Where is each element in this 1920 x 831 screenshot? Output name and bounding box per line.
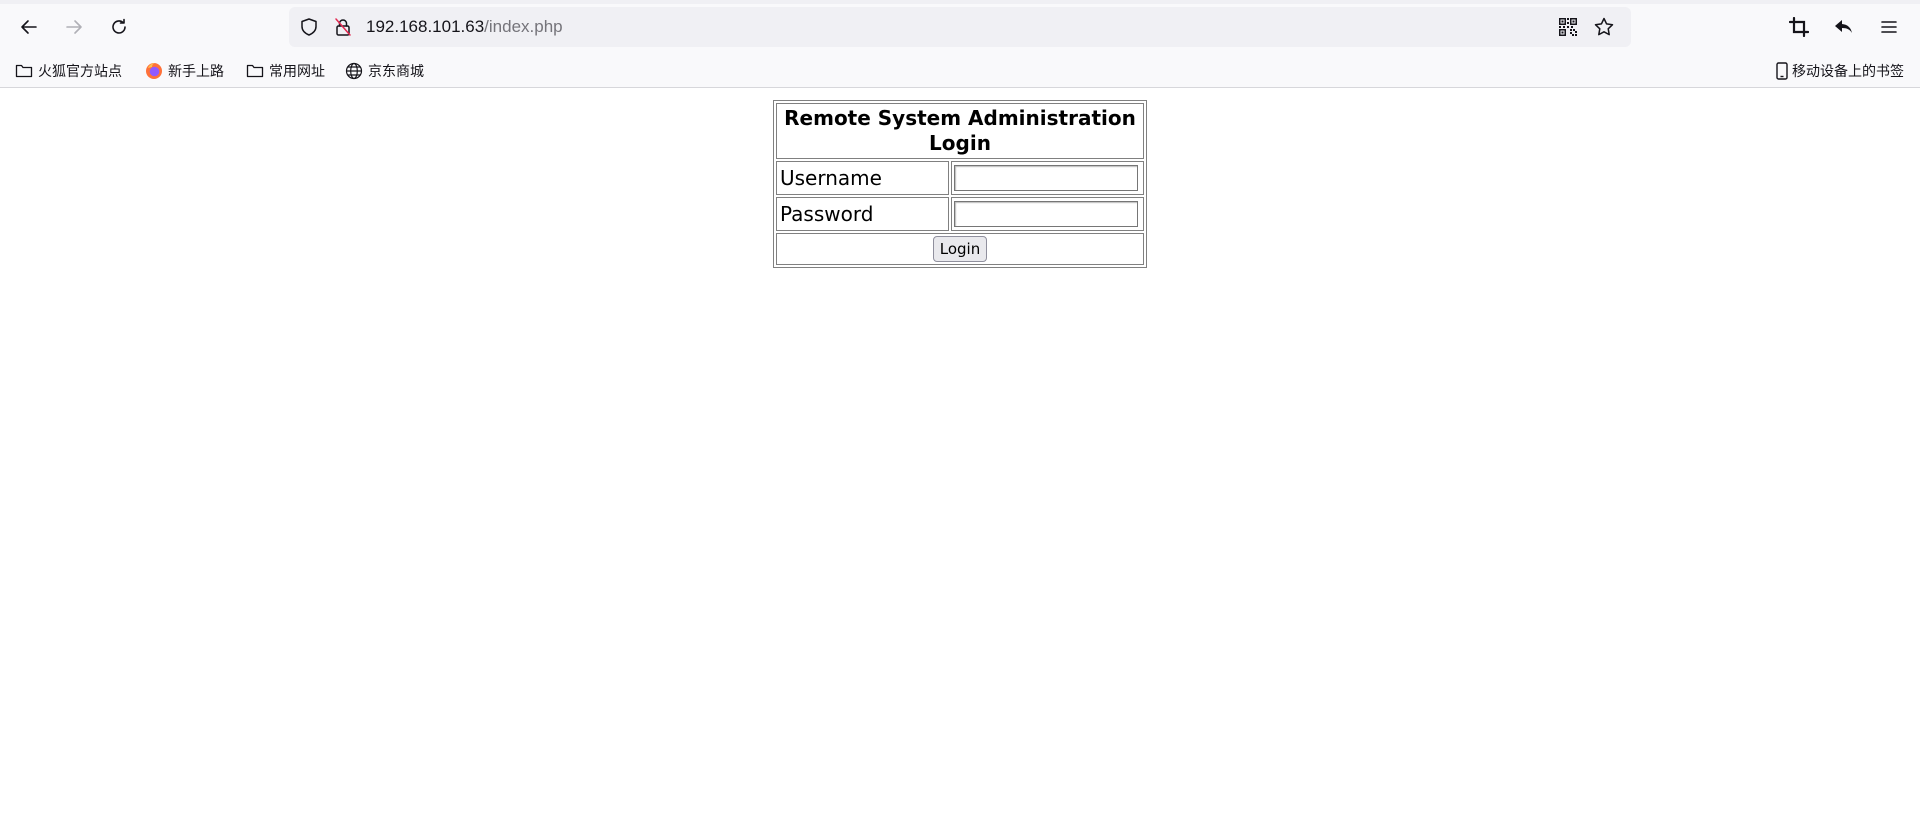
back-button[interactable] (12, 10, 46, 44)
submit-cell: Login (776, 233, 1144, 265)
page-content: Remote System Administration Login Usern… (0, 89, 1920, 831)
menu-button[interactable] (1872, 10, 1906, 44)
url-host: 192.168.101.63 (366, 17, 485, 36)
insecure-lock-icon[interactable] (333, 17, 353, 37)
bookmark-item[interactable]: 火狐官方站点 (15, 59, 122, 83)
reload-button[interactable] (102, 10, 136, 44)
bookmark-star-icon[interactable] (1593, 16, 1615, 38)
folder-icon (15, 64, 33, 78)
url-text[interactable]: 192.168.101.63/index.php (366, 17, 563, 37)
arrow-right-icon (66, 20, 82, 34)
username-label: Username (776, 161, 949, 195)
undo-button[interactable] (1827, 10, 1861, 44)
crop-icon (1789, 17, 1809, 37)
bookmark-label: 新手上路 (168, 63, 224, 79)
arrow-left-icon (21, 20, 37, 34)
folder-icon (246, 64, 264, 78)
bookmark-item[interactable]: 京东商城 (345, 59, 424, 83)
firefox-icon (146, 63, 162, 79)
bookmark-label: 火狐官方站点 (38, 63, 122, 79)
mobile-bookmarks-label: 移动设备上的书签 (1792, 63, 1904, 79)
bookmark-label: 京东商城 (368, 63, 424, 79)
url-path: /index.php (484, 17, 563, 36)
username-input[interactable] (954, 165, 1138, 191)
login-form-table: Remote System Administration Login Usern… (773, 100, 1147, 268)
login-title: Remote System Administration Login (776, 103, 1144, 159)
bookmark-label: 常用网址 (269, 63, 325, 79)
password-label: Password (776, 197, 949, 231)
shield-icon[interactable] (299, 17, 319, 37)
bookmark-item[interactable]: 新手上路 (145, 59, 224, 83)
login-button[interactable]: Login (932, 236, 988, 262)
qr-code-icon[interactable] (1557, 16, 1579, 38)
mobile-bookmarks[interactable]: 移动设备上的书签 (1775, 59, 1904, 83)
undo-arrow-icon (1835, 20, 1852, 33)
tab-strip (0, 0, 1920, 4)
globe-icon (345, 62, 363, 80)
hamburger-menu-icon (1881, 21, 1897, 33)
bookmarks-toolbar: 火狐官方站点 新手上路 常用网址 京东商城 移动设备上的书签 (0, 56, 1920, 86)
bookmark-item[interactable]: 常用网址 (246, 59, 325, 83)
mobile-device-icon (1776, 62, 1788, 80)
address-bar[interactable]: 192.168.101.63/index.php (289, 7, 1631, 47)
screenshot-button[interactable] (1782, 10, 1816, 44)
forward-button[interactable] (57, 10, 91, 44)
reload-icon (112, 18, 126, 34)
password-cell (951, 197, 1144, 231)
password-input[interactable] (954, 201, 1138, 227)
browser-chrome: 192.168.101.63/index.php 火狐官方站点 新手上路 常用网… (0, 0, 1920, 88)
username-cell (951, 161, 1144, 195)
